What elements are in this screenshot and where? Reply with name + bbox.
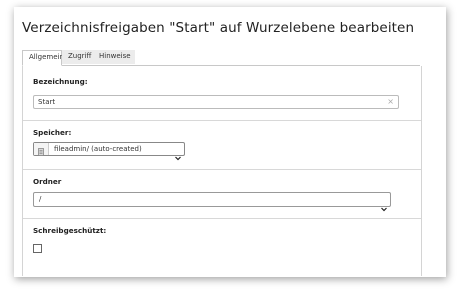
tab-hinweise[interactable]: Hinweise [93, 50, 135, 64]
divider [23, 218, 421, 219]
bezeichnung-value: Start [38, 98, 56, 106]
speicher-value: fileadmin/ (auto-created) [54, 145, 142, 153]
storage-icon [34, 143, 49, 156]
ordner-select[interactable]: / [33, 192, 391, 212]
divider [23, 169, 421, 170]
schreibgeschuetzt-checkbox[interactable] [33, 244, 42, 253]
tab-allgemein[interactable]: Allgemein [22, 50, 64, 66]
speicher-select[interactable]: fileadmin/ (auto-created) [33, 142, 185, 161]
ordner-label: Ordner [33, 177, 62, 186]
tab-zugriff[interactable]: Zugriff [62, 50, 93, 64]
page-title: Verzeichnisfreigaben "Start" auf Wurzele… [22, 20, 415, 36]
speicher-label: Speicher: [33, 128, 72, 137]
bezeichnung-label: Bezeichnung: [33, 77, 88, 86]
bezeichnung-input[interactable]: Start × [33, 95, 399, 109]
chevron-down-icon [175, 146, 181, 165]
tab-bar: Allgemein Zugriff Hinweise [22, 50, 420, 66]
edit-dialog: Verzeichnisfreigaben "Start" auf Wurzele… [14, 7, 446, 277]
schreibgeschuetzt-label: Schreibgeschützt: [33, 226, 107, 235]
clear-icon[interactable]: × [387, 97, 394, 106]
divider [23, 120, 421, 121]
chevron-down-icon [381, 197, 387, 216]
tab-panel-allgemein: Bezeichnung: Start × Speicher: fileadmin… [22, 66, 422, 276]
ordner-value: / [39, 195, 42, 203]
